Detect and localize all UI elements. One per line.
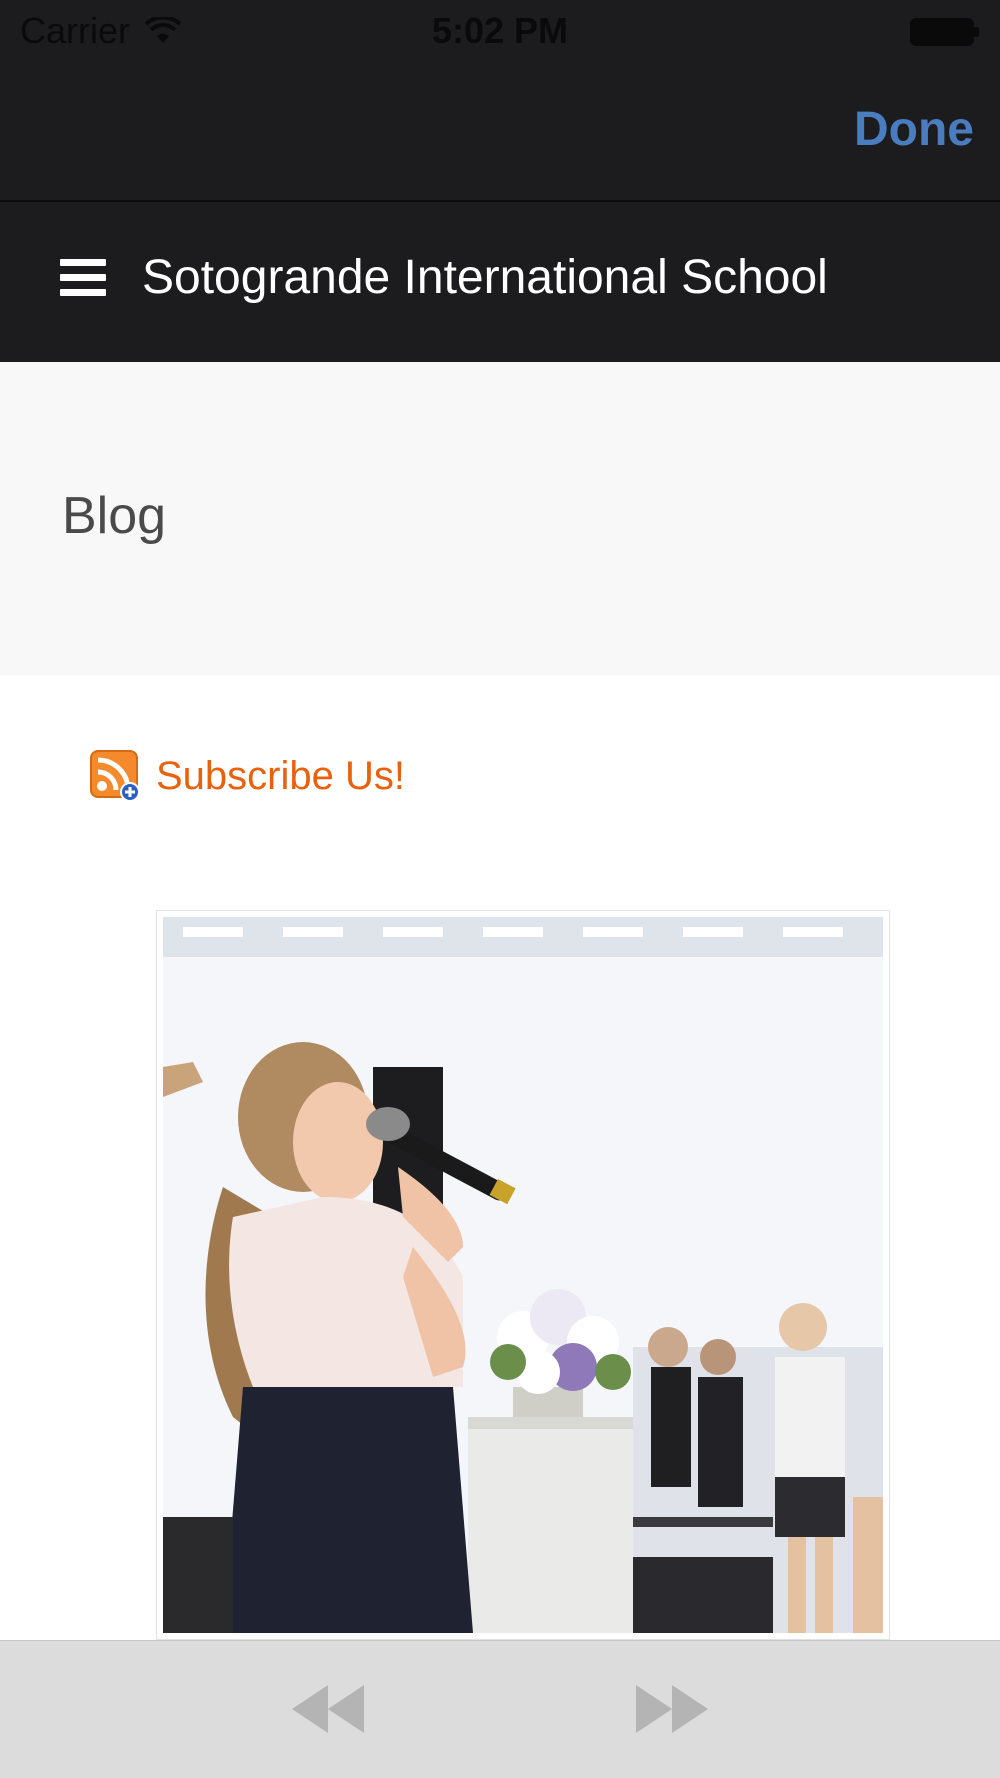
- subscribe-link[interactable]: Subscribe Us!: [90, 750, 405, 802]
- web-view-toolbar: Done: [0, 64, 1000, 202]
- site-title[interactable]: Sotogrande International School: [142, 250, 828, 305]
- site-header: Sotogrande International School: [0, 202, 1000, 362]
- status-time: 5:02 PM: [431, 10, 569, 51]
- battery-full-icon: [910, 18, 979, 46]
- hamburger-menu-icon[interactable]: [60, 259, 106, 299]
- rewind-back-icon[interactable]: [288, 1681, 368, 1737]
- subscribe-label: Subscribe Us!: [156, 753, 405, 798]
- blog-post-photo[interactable]: [163, 917, 883, 1633]
- rss-feed-icon: [90, 750, 140, 802]
- page-title: Blog: [62, 487, 167, 545]
- bottom-toolbar: [0, 1640, 1000, 1778]
- page-heading-band: Blog: [0, 362, 1000, 675]
- status-bar: Carrier 5:02 PM: [0, 0, 1000, 64]
- done-button[interactable]: Done: [854, 102, 974, 157]
- fast-forward-icon[interactable]: [632, 1681, 712, 1737]
- blog-post-photo-frame[interactable]: [156, 910, 890, 1640]
- app-screen: Carrier 5:02 PM Done Sotogrande Internat…: [0, 0, 1000, 1778]
